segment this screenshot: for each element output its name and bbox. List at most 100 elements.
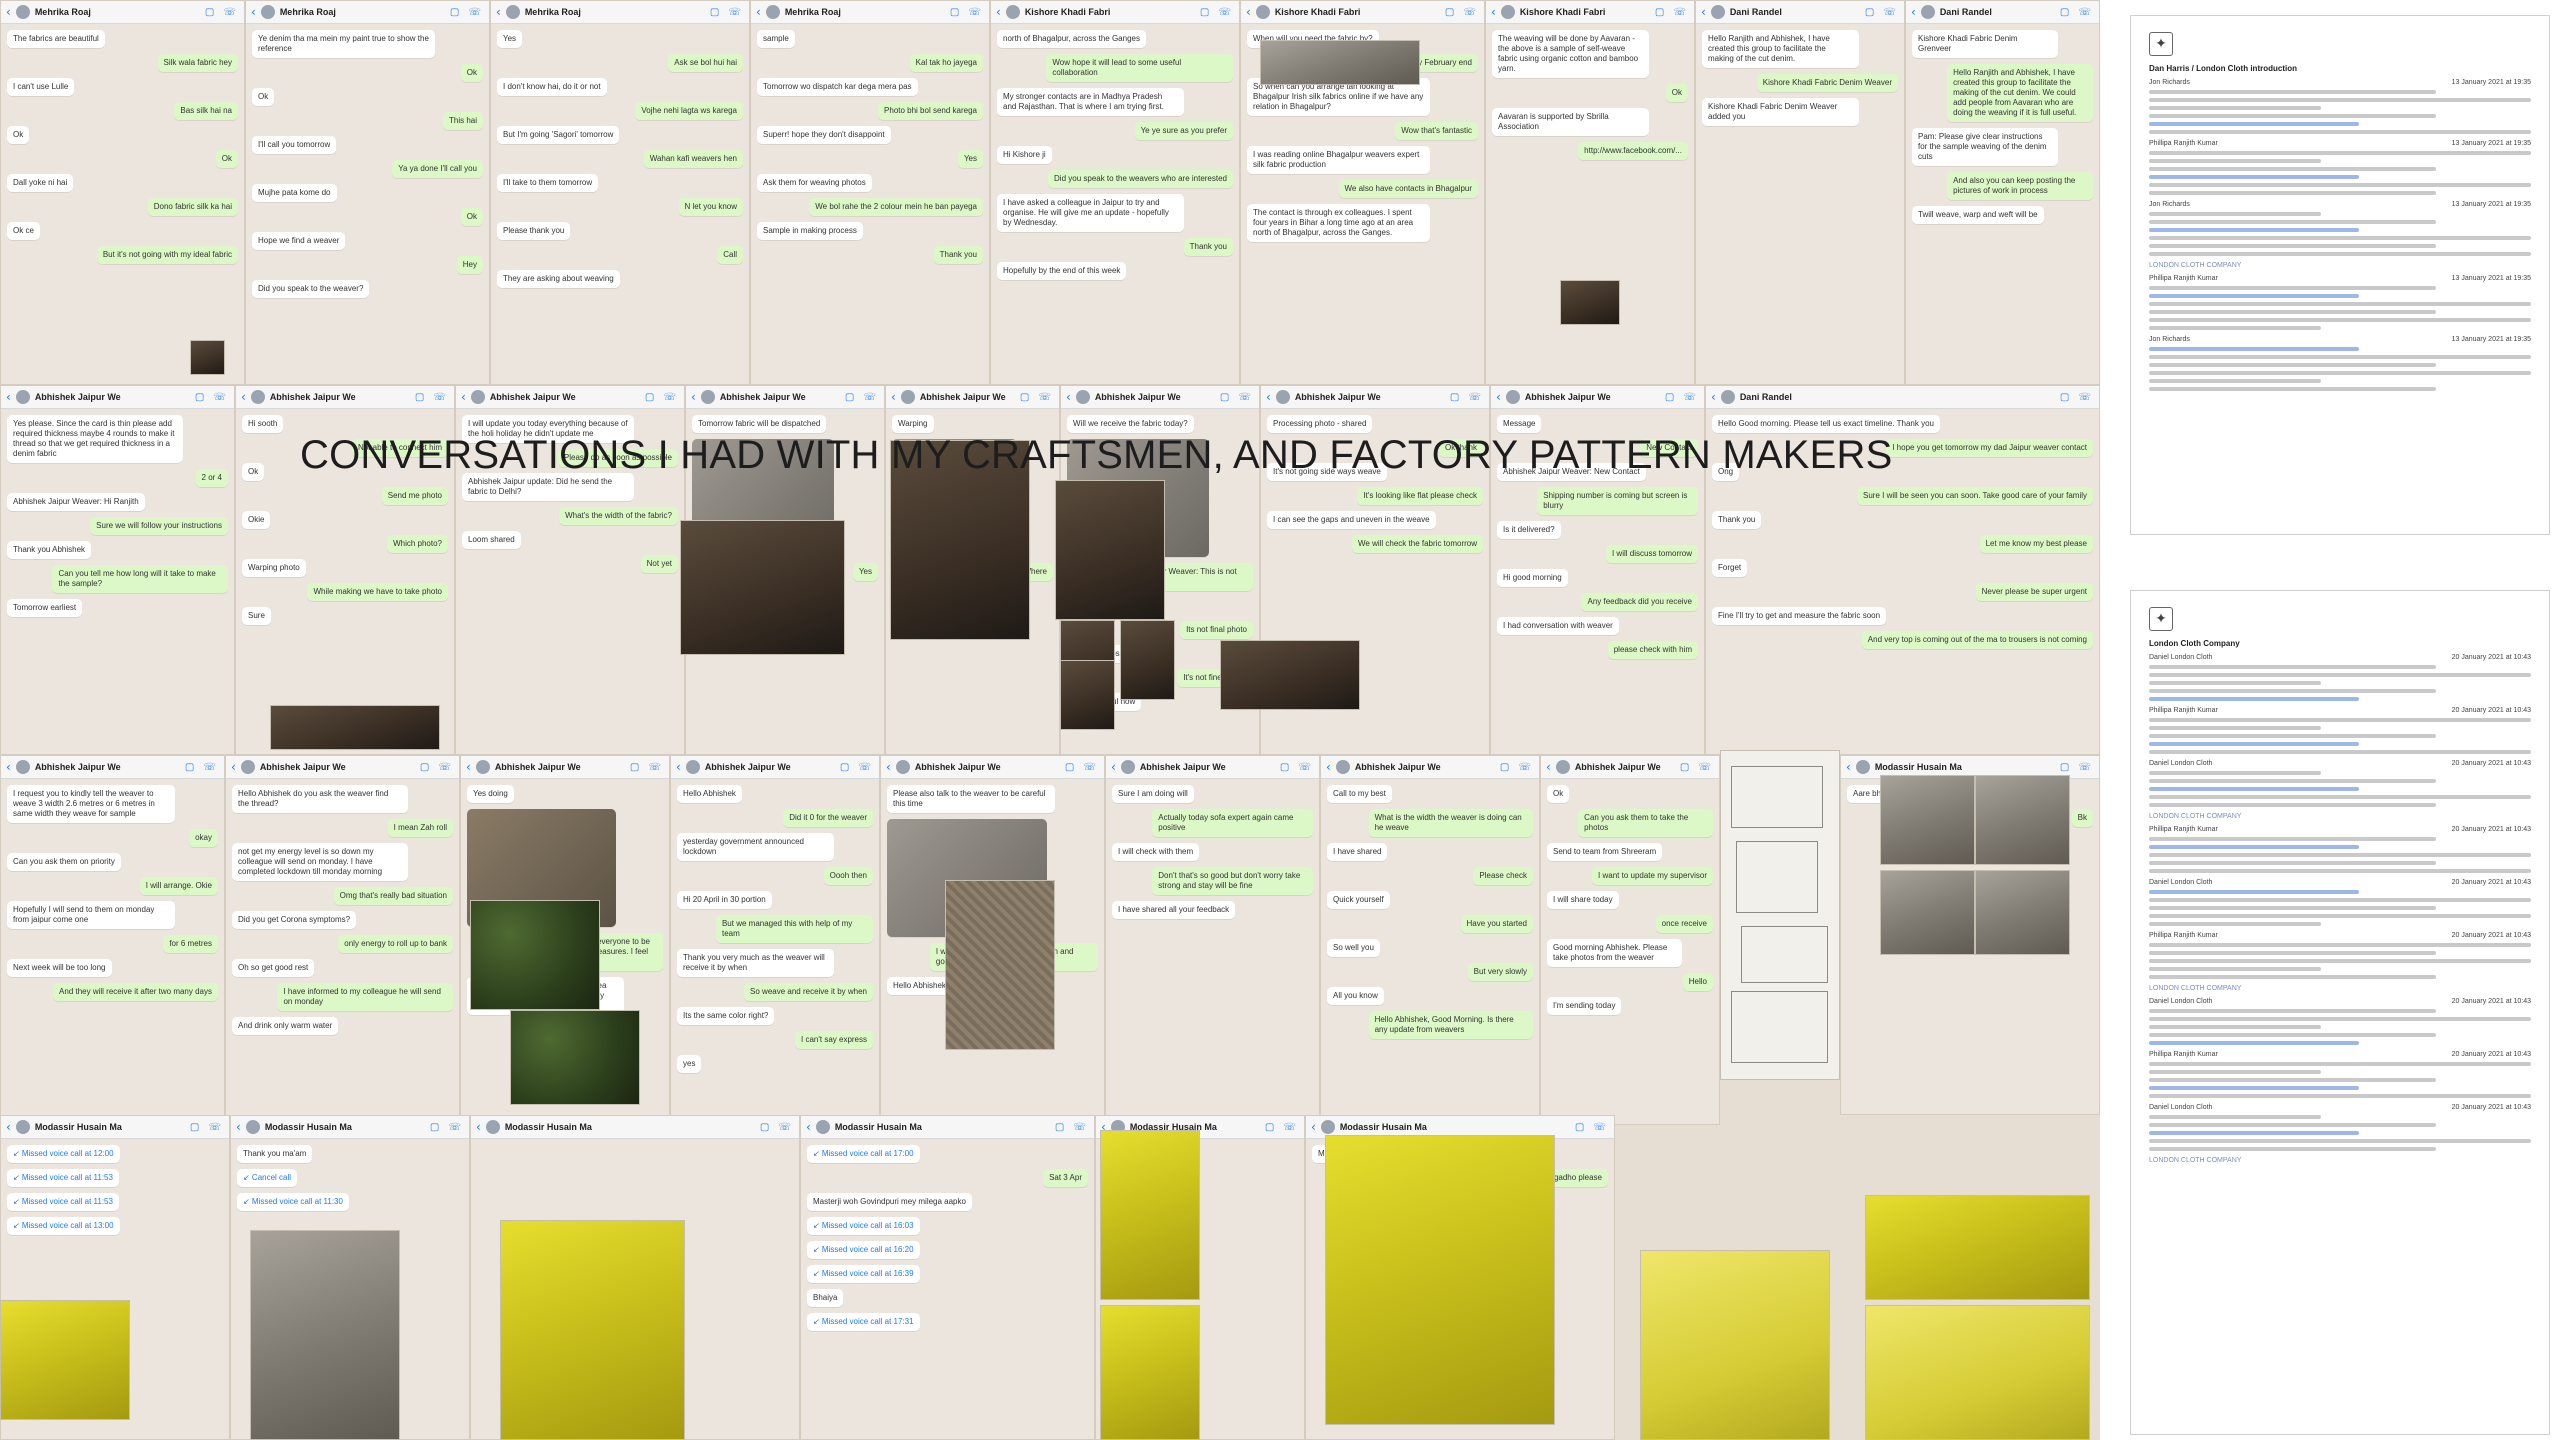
email-body-line xyxy=(2149,228,2360,232)
chat-header: ‹ Kishore Khadi Fabri ▢ ☏ xyxy=(1486,1,1694,24)
call-log-entry: ↙ Missed voice call at 12:00 xyxy=(7,1145,120,1163)
email-header-row: Daniel London Cloth 20 January 2021 at 10… xyxy=(2149,998,2531,1005)
chat-header: ‹ Mehrika Roaj ▢ ☏ xyxy=(246,1,489,24)
message-bubble: Ask se bol hui hai xyxy=(668,54,743,72)
message-bubble: Kishore Khadi Fabric Denim Weaver xyxy=(1756,74,1898,92)
message-bubble: But we managed this with help of my team xyxy=(715,915,873,943)
message-bubble: I was reading online Bhagalpur weavers e… xyxy=(1247,146,1430,174)
message-bubble: Which photo? xyxy=(387,535,448,553)
message-bubble: I will share today xyxy=(1547,891,1619,909)
message-bubble: Thank you ma'am xyxy=(237,1145,313,1163)
email-body-line xyxy=(2149,167,2436,171)
email-body-line xyxy=(2149,1078,2436,1082)
message-bubble: We will check the fabric tomorrow xyxy=(1352,535,1483,553)
message-bubble: Dall yoke ni hai xyxy=(7,174,74,192)
message-bubble: Good morning Abhishek. Please take photo… xyxy=(1547,939,1682,967)
contact-name: Abhishek Jaipur We xyxy=(34,392,121,402)
message-bubble: I had conversation with weaver xyxy=(1497,617,1619,635)
chat-header: ‹ Modassir Husain Ma ▢ ☏ xyxy=(801,1116,1094,1139)
email-body-line xyxy=(2149,922,2321,926)
message-bubble: Hello Good morning. Please tell us exact… xyxy=(1712,415,1940,433)
contact-name: Modassir Husain Ma xyxy=(1874,762,1962,772)
email-date: 13 January 2021 at 19:35 xyxy=(2451,140,2531,147)
email-body-line xyxy=(2149,718,2531,722)
message-bubble: I want to update my supervisor xyxy=(1592,867,1713,885)
contact-name: Abhishek Jaipur We xyxy=(914,762,1001,772)
chat-screenshot: ‹ Dani Randel ▢ ☏ Hello Ranjith and Abhishe… xyxy=(1695,0,1905,385)
message-bubble: Ye ye sure as you prefer xyxy=(1134,122,1233,140)
email-body-line xyxy=(2149,326,2321,330)
message-bubble: Did it 0 for the weaver xyxy=(783,809,873,827)
photo-thumbnail xyxy=(1975,870,2070,955)
message-bubble: Tomorrow wo dispatch kar dega mera pas xyxy=(757,78,918,96)
message-bubble: And very top is coming out of the ma to … xyxy=(1861,631,2093,649)
message-bubble: Don't that's so good but don't worry tak… xyxy=(1152,867,1313,895)
message-bubble: Sample in making process xyxy=(757,222,863,240)
chat-header: ‹ Modassir Husain Ma ▢ ☏ xyxy=(231,1116,469,1139)
call-icons: ▢ ☏ xyxy=(414,391,449,403)
avatar xyxy=(260,5,275,19)
message-bubble: Pam: Please give clear instructions for … xyxy=(1912,128,2058,166)
call-icons: ▢ ☏ xyxy=(419,761,454,773)
email-body-line xyxy=(2149,318,2531,322)
chevron-left-icon: ‹ xyxy=(476,1120,481,1134)
message-bubble: Thank you very much as the weaver will r… xyxy=(677,949,835,977)
message-bubble: Hello Abhishek xyxy=(677,785,742,803)
message-bubble: Its the same color right? xyxy=(677,1007,775,1025)
contact-name: Mehrika Roaj xyxy=(784,7,841,17)
contact-name: Mehrika Roaj xyxy=(524,7,581,17)
avatar xyxy=(900,390,915,404)
photo-thumbnail xyxy=(1560,280,1620,325)
contact-name: Abhishek Jaipur We xyxy=(704,762,791,772)
email-header-row: Jon Richards 13 January 2021 at 19:35 xyxy=(2149,79,2531,86)
email-body-line xyxy=(2149,1147,2436,1151)
chevron-left-icon: ‹ xyxy=(1496,390,1501,404)
message-bubble: Did you speak to the weavers who are int… xyxy=(1048,170,1233,188)
chat-collage: ‹ Mehrika Roaj ▢ ☏ The fabrics are beautifu… xyxy=(0,0,2100,1440)
call-icons: ▢ ☏ xyxy=(1054,1121,1089,1133)
message-bubble: This hai xyxy=(442,112,483,130)
chevron-left-icon: ‹ xyxy=(241,390,246,404)
avatar xyxy=(1920,5,1935,19)
message-bubble: Hello xyxy=(1682,973,1713,991)
email-header-row: Daniel London Cloth 20 January 2021 at 10… xyxy=(2149,1104,2531,1111)
message-bubble: What is the width the weaver is doing ca… xyxy=(1368,809,1533,837)
avatar xyxy=(1855,760,1870,774)
email-body-line xyxy=(2149,1139,2531,1143)
contact-name: Abhishek Jaipur We xyxy=(1294,392,1381,402)
photo-thumbnail xyxy=(1100,1305,1200,1440)
chevron-left-icon: ‹ xyxy=(6,5,11,19)
chat-header: ‹ Abhishek Jaipur We ▢ ☏ xyxy=(456,386,684,409)
email-body-line xyxy=(2149,1123,2436,1127)
contact-name: Modassir Husain Ma xyxy=(264,1122,352,1132)
message-bubble: Photo bhi bol send karega xyxy=(878,102,983,120)
message-bubble: Fine I'll try to get and measure the fab… xyxy=(1712,607,1887,625)
chat-screenshot: ‹ Abhishek Jaipur We ▢ ☏ Sure I am doing wi… xyxy=(1105,755,1320,1125)
message-bubble: Let me know my best please xyxy=(1979,535,2093,553)
message-bubble: Ok xyxy=(1547,785,1570,803)
email-body-line xyxy=(2149,212,2321,216)
message-bubble: Hello Abhishek, Good Morning. Is there a… xyxy=(1368,1011,1533,1039)
message-bubble: Ok ce xyxy=(7,222,40,240)
call-icons: ▢ ☏ xyxy=(949,6,984,18)
photo-thumbnail xyxy=(1865,1195,2090,1300)
message-bubble: While making we have to take photo xyxy=(307,583,448,601)
message-bubble: Sure xyxy=(242,607,271,625)
chevron-left-icon: ‹ xyxy=(1711,390,1716,404)
contact-name: Mehrika Roaj xyxy=(279,7,336,17)
message-bubble: only energy to roll up to bank xyxy=(338,935,453,953)
email-body-line xyxy=(2149,244,2436,248)
email-body-line xyxy=(2149,159,2321,163)
message-bubble: 2 or 4 xyxy=(195,469,228,487)
chevron-left-icon: ‹ xyxy=(236,1120,241,1134)
message-bubble: Tomorrow fabric will be dispatched xyxy=(692,415,827,433)
message-bubble: Thank you xyxy=(1183,238,1233,256)
message-bubble: Please also talk to the weaver to be car… xyxy=(887,785,1056,813)
chat-header: ‹ Dani Randel ▢ ☏ xyxy=(1696,1,1904,24)
call-icons: ▢ ☏ xyxy=(844,391,879,403)
email-body-line xyxy=(2149,750,2531,754)
pattern-sketch-image xyxy=(1720,750,1840,1080)
message-bubble: Sure I will be seen you can soon. Take g… xyxy=(1857,487,2093,505)
email-body-line xyxy=(2149,183,2531,187)
avatar xyxy=(240,760,255,774)
